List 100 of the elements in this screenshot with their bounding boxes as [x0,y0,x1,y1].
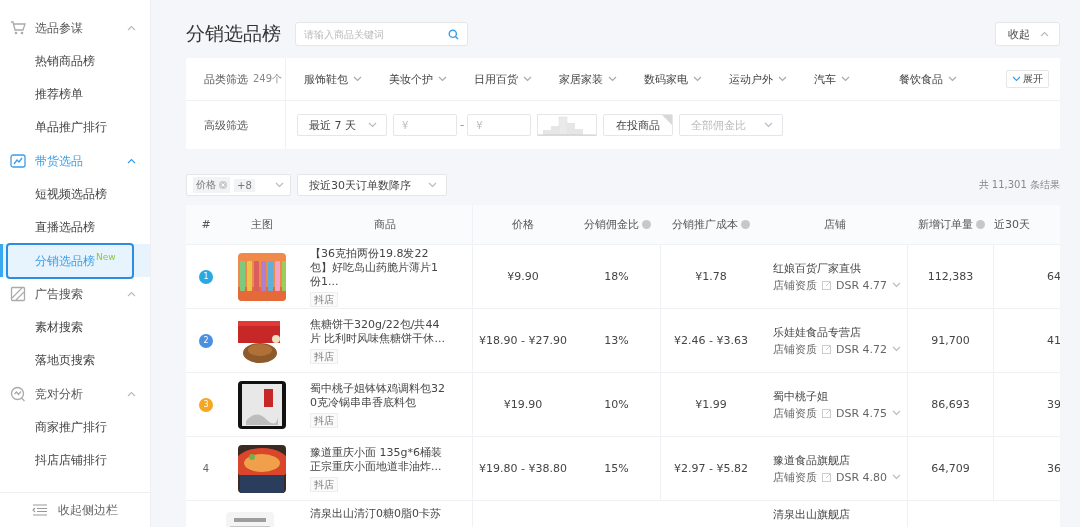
category-dropdown[interactable]: 家居家装 [559,71,644,87]
category-dropdown[interactable]: 运动户外 [729,71,814,87]
active-indicator [0,244,3,277]
product-title[interactable]: 清泉出山清汀0糖0脂0卡苏 [310,507,441,521]
price-min-field[interactable]: ¥ [393,114,457,136]
corner-mark-icon [662,115,673,125]
order-count: 91,700 [931,334,970,347]
column-header: 近30天 [994,205,1060,245]
store-name[interactable]: 蜀中桃子姐 [773,388,828,404]
table-cell: 36 [1047,462,1060,475]
platform-tag: 抖店 [310,291,338,307]
order-count: 64,709 [931,462,970,475]
price: ¥19.90 [503,398,543,411]
price: ¥19.80 - ¥38.80 [479,462,567,475]
category-dropdown[interactable]: 服饰鞋包 [304,71,389,87]
commission-rate: 10% [604,398,629,411]
column-header: 价格 [473,205,573,245]
cart-icon [10,20,26,36]
store-name[interactable]: 清泉出山旗舰店 [773,507,850,522]
sidebar-item[interactable]: 热销商品榜 [35,53,95,70]
sidebar-group[interactable]: 选品参谋 [0,11,150,45]
caret-icon [693,76,702,82]
info-icon [975,220,985,229]
category-count: 249个 [253,72,283,86]
platform-tag: 抖店 [310,412,338,428]
column-selector[interactable]: 价格 +8 [186,174,291,196]
caret-icon [523,76,532,82]
filter-label: 品类筛选 [204,71,248,87]
sidebar-item[interactable]: 推荐榜单 [35,86,83,103]
external-link-icon[interactable] [822,408,831,418]
collapse-sidebar-button[interactable]: 收起侧边栏 [0,492,150,527]
sidebar-item[interactable]: 直播选品榜 [35,219,95,236]
table-cell: 41 [1047,334,1060,347]
column-header: 分销推广成本 [661,205,761,245]
chart-icon [10,153,26,169]
sidebar-item[interactable]: 商家推广排行 [35,419,107,436]
collapse-button[interactable]: 收起 [995,22,1060,46]
rank-badge: 1 [199,269,213,284]
range-separator: - [460,118,465,132]
collapse-icon [32,504,48,516]
sidebar-item[interactable]: 抖店店铺排行 [35,452,107,469]
expand-button[interactable]: 展开 [1006,70,1049,88]
platform-tag: 抖店 [310,476,338,492]
caret-icon [127,158,136,164]
promotion-cost: ¥2.46 - ¥3.63 [674,334,748,347]
sidebar-group[interactable]: 广告搜索 [0,277,150,311]
category-dropdown[interactable]: 数码家电 [644,71,729,87]
rank-badge: 3 [199,397,213,412]
rank-number: 4 [202,463,210,474]
caret-icon [438,76,447,82]
histogram-icon [537,114,598,136]
product-title[interactable]: 【36克拍两份19.8发22包】好吃岛山药脆片薄片1份1... [310,246,446,289]
promotion-cost: ¥1.78 [695,270,727,283]
promotion-cost: ¥1.99 [695,398,727,411]
product-title[interactable]: 蜀中桃子姐钵钵鸡调料包320克冷锅串串香底料包 [310,381,446,410]
sidebar-item[interactable]: 短视频选品榜 [35,186,107,203]
order-count: 86,693 [931,398,970,411]
commission-rate: 13% [604,334,629,347]
dsr-score: DSR 4.80 [836,470,888,484]
sort-dropdown[interactable]: 按近30天订单数降序 [297,174,447,196]
caret-icon [892,474,902,480]
category-dropdown[interactable]: 餐饮食品 [899,71,984,87]
external-link-icon[interactable] [822,280,831,290]
column-header: 分销佣金比 [573,205,661,245]
sidebar-item[interactable]: 单品推广排行 [35,119,107,136]
order-count: 112,383 [927,270,974,283]
store-name[interactable]: 乐娃娃食品专营店 [773,324,861,340]
caret-icon [275,182,284,188]
period-dropdown[interactable]: 最近 7 天 [297,114,387,136]
caret-icon [1040,31,1049,37]
caret-icon [948,76,957,82]
column-header: # [186,205,226,245]
store-name[interactable]: 红娘百货厂家直供 [773,260,861,276]
info-icon [741,220,750,229]
store-name[interactable]: 豫道食品旗舰店 [773,452,850,468]
product-title[interactable]: 焦糖饼干320g/22包/共44片 比利时风味焦糖饼干休... [310,317,446,346]
external-link-icon[interactable] [822,344,831,354]
caret-icon [368,122,377,128]
sidebar-item[interactable]: 素材搜索 [35,319,83,336]
sidebar-item[interactable]: 落地页搜索 [35,352,95,369]
category-dropdown[interactable]: 美妆个护 [389,71,474,87]
product-title[interactable]: 豫道重庆小面 135g*6桶装正宗重庆小面地道非油炸... [310,445,446,474]
caret-icon [608,76,617,82]
commission-rate: 18% [604,270,629,283]
rank-badge: 2 [199,333,213,348]
in-ad-toggle[interactable]: 在投商品 [603,114,674,136]
caret-icon [764,122,774,128]
external-link-icon[interactable] [822,472,831,482]
category-dropdown[interactable]: 汽车 [814,71,899,87]
caret-icon [127,391,136,397]
magnifier-icon [10,386,26,402]
column-header: 主图 [226,205,298,245]
price: ¥9.90 [507,270,539,283]
close-icon [219,181,227,189]
image-icon [10,286,26,302]
caret-icon [892,282,902,288]
category-dropdown[interactable]: 日用百货 [474,71,559,87]
price-max-field[interactable]: ¥ [467,114,532,136]
sidebar-group[interactable]: 竞对分析 [0,377,150,411]
store-qualification: 店铺资质 [773,405,817,421]
